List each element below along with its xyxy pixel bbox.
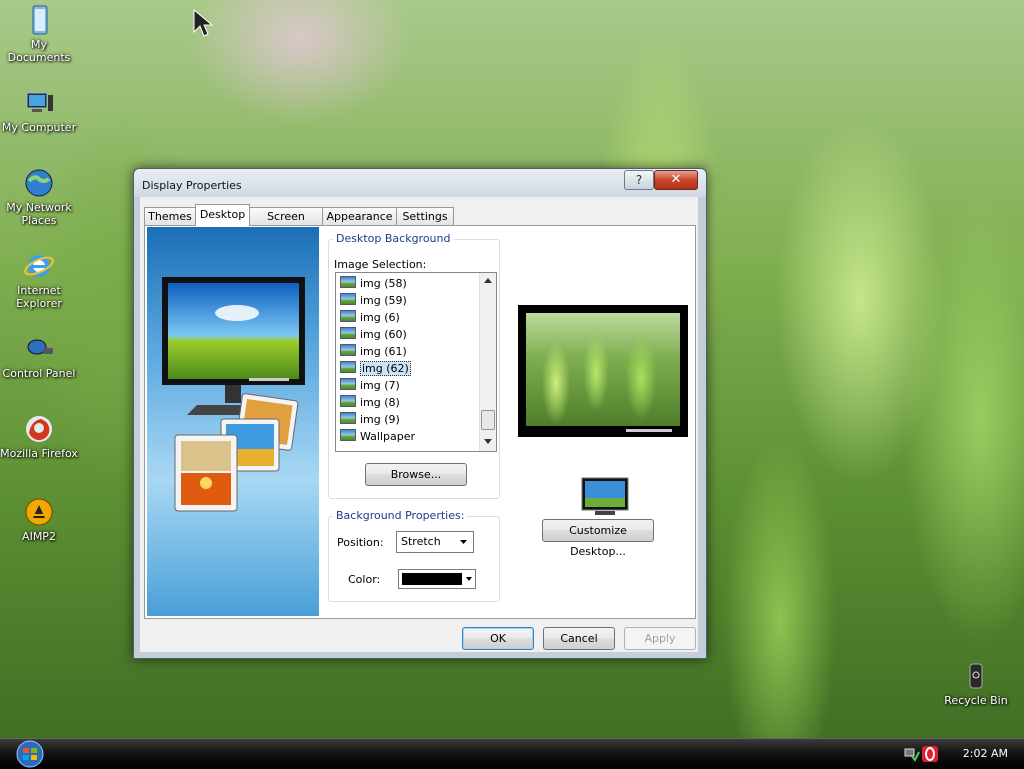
color-picker-button[interactable] (398, 569, 476, 589)
aimp-icon (25, 498, 53, 526)
tab-themes[interactable]: Themes (144, 207, 196, 225)
position-dropdown[interactable]: Stretch (396, 531, 474, 553)
image-thumbnail-icon (340, 310, 356, 322)
window-title: Display Properties (142, 179, 242, 192)
display-properties-window: Display Properties ? ✕ Themes Desktop Sc… (133, 168, 707, 659)
chevron-down-icon (460, 540, 467, 544)
image-thumbnail-icon (340, 361, 356, 373)
cancel-button[interactable]: Cancel (543, 627, 615, 650)
color-swatch (402, 573, 462, 585)
recycle-bin-icon (969, 663, 983, 689)
tab-settings[interactable]: Settings (396, 207, 454, 225)
desktop-illustration (147, 227, 319, 616)
desktop-icon-aimp2[interactable]: AIMP2 (0, 496, 78, 543)
list-item[interactable]: img (9) (340, 411, 480, 428)
image-thumbnail-icon (340, 344, 356, 356)
image-thumbnail-icon (340, 327, 356, 339)
image-thumbnail-icon (340, 412, 356, 424)
list-scrollbar[interactable] (479, 273, 496, 451)
background-properties-label: Background Properties: (333, 509, 468, 522)
desktop-icon-control-panel[interactable]: Control Panel (0, 333, 78, 380)
ok-button[interactable]: OK (462, 627, 534, 650)
taskbar-clock[interactable]: 2:02 AM (963, 747, 1008, 760)
list-item[interactable]: Wallpaper (340, 428, 480, 445)
desktop-icon-label: Mozilla Firefox (0, 447, 78, 460)
desktop-icon-network-places[interactable]: My Network Places (0, 167, 78, 227)
preview-screen (526, 313, 680, 426)
help-button[interactable]: ? (624, 170, 654, 190)
desktop-icon-my-computer[interactable]: My Computer (0, 87, 78, 134)
tab-appearance[interactable]: Appearance (322, 207, 397, 225)
list-item[interactable]: img (61) (340, 343, 480, 360)
desktop-icon-label: Recycle Bin (944, 694, 1008, 707)
position-label: Position: (337, 536, 384, 549)
desktop-background-label: Desktop Background (333, 232, 454, 245)
background-properties-group (328, 516, 500, 602)
computer-icon (26, 92, 53, 112)
desktop-icon-label: Control Panel (2, 367, 76, 380)
list-item-selected[interactable]: img (62) (340, 360, 480, 377)
list-item[interactable]: img (60) (340, 326, 480, 343)
image-selection-list[interactable]: img (58) img (59) img (6) img (60) img (… (335, 272, 497, 452)
chevron-down-icon (466, 577, 472, 581)
network-globe-icon (25, 169, 53, 197)
tab-screen-saver[interactable]: Screen Saver (249, 207, 323, 240)
close-button[interactable]: ✕ (654, 170, 698, 190)
image-thumbnail-icon (340, 395, 356, 407)
scrollbar-thumb[interactable] (481, 410, 495, 430)
customize-desktop-monitor-icon (581, 477, 629, 515)
start-button-icon[interactable] (12, 740, 48, 768)
image-thumbnail-icon (340, 276, 356, 288)
color-label: Color: (348, 573, 381, 586)
folder-documents-icon (32, 5, 48, 35)
tab-desktop[interactable]: Desktop (195, 204, 250, 226)
image-thumbnail-icon (340, 378, 356, 390)
apply-button[interactable]: Apply (624, 627, 696, 650)
firefox-icon (26, 416, 52, 442)
opera-tray-icon[interactable] (922, 746, 938, 762)
list-item[interactable]: img (7) (340, 377, 480, 394)
desktop-icon-my-documents[interactable]: My Documents (0, 4, 78, 64)
system-tray: 2:02 AM (894, 739, 1024, 769)
list-item[interactable]: img (59) (340, 292, 480, 309)
desktop-icon-label: My Network Places (6, 201, 72, 227)
desktop-icon-label: Internet Explorer (16, 284, 62, 310)
desktop-icon-internet-explorer[interactable]: Internet Explorer (0, 250, 78, 310)
image-thumbnail-icon (340, 429, 356, 441)
taskbar: 2:02 AM (0, 738, 1024, 769)
title-bar[interactable]: Display Properties ? ✕ (134, 169, 706, 197)
control-panel-icon (27, 339, 53, 355)
desktop-icon-label: My Documents (7, 38, 71, 64)
image-selection-label: Image Selection: (334, 258, 427, 271)
list-item[interactable]: img (6) (340, 309, 480, 326)
dialog-client-area: Themes Desktop Screen Saver Appearance S… (140, 197, 698, 652)
browse-button[interactable]: Browse... (365, 463, 467, 486)
mouse-cursor-icon (193, 8, 214, 37)
desktop-icon-label: My Computer (1, 121, 77, 134)
list-item[interactable]: img (8) (340, 394, 480, 411)
customize-desktop-button[interactable]: Customize Desktop... (542, 519, 654, 558)
desktop-icon-firefox[interactable]: Mozilla Firefox (0, 413, 78, 460)
monitor-illustration-icon (162, 277, 305, 512)
internet-explorer-icon (24, 255, 54, 277)
list-item[interactable]: img (58) (340, 275, 480, 292)
preview-taskbar (626, 429, 672, 432)
position-value: Stretch (401, 535, 441, 548)
network-status-icon[interactable] (904, 746, 920, 762)
desktop-tab-page: Desktop Background Image Selection: img … (144, 225, 696, 619)
scroll-down-arrow-icon[interactable] (484, 439, 492, 445)
wallpaper-preview (518, 305, 688, 437)
desktop-icon-label: AIMP2 (22, 530, 56, 543)
scroll-up-arrow-icon[interactable] (484, 277, 492, 283)
desktop-icon-recycle-bin[interactable]: Recycle Bin (937, 660, 1015, 707)
image-thumbnail-icon (340, 293, 356, 305)
